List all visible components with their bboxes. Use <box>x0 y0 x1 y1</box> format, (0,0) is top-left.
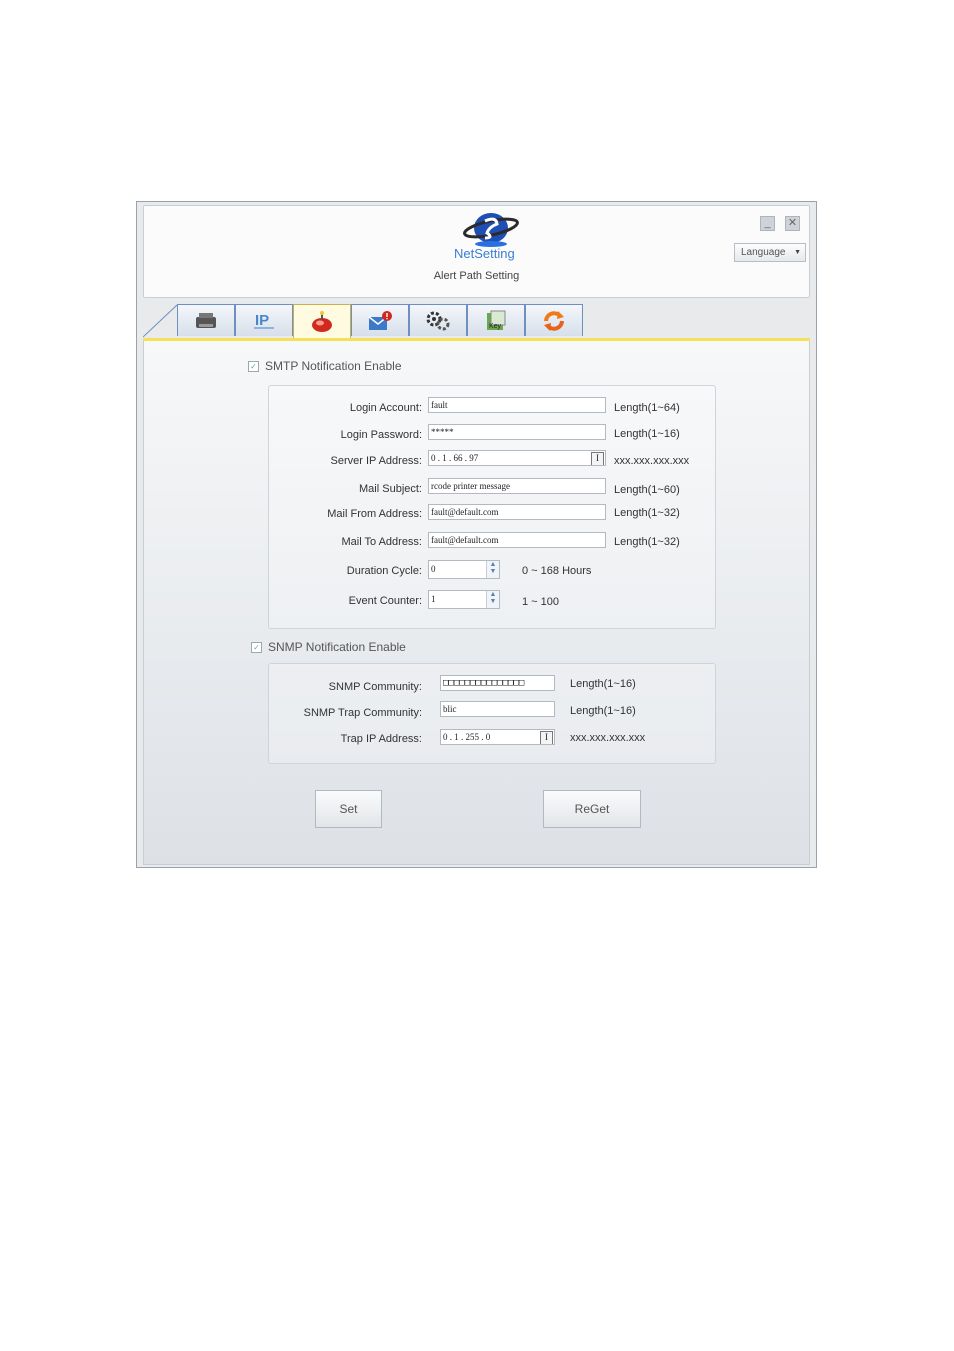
server-ip-label: Server IP Address: <box>330 455 422 467</box>
server-ip-value: 0 . 1 . 66 . 97 <box>431 453 479 463</box>
event-counter-value: 1 <box>431 594 436 604</box>
tab-alert[interactable] <box>293 304 351 338</box>
mail-from-label: Mail From Address: <box>327 508 422 520</box>
duration-cycle-stepper[interactable]: 0 ▲ ▼ <box>428 560 500 579</box>
set-button[interactable]: Set <box>315 790 382 828</box>
mail-subject-hint: Length(1~60) <box>614 484 680 496</box>
netsetting-window: NetSetting Alert Path Setting _ ✕ Langua… <box>136 201 817 868</box>
spin-buttons[interactable]: ▲ ▼ <box>486 561 499 578</box>
server-ip-input[interactable]: 0 . 1 . 66 . 97 I <box>428 450 606 466</box>
tab-ip[interactable]: IP <box>235 304 293 336</box>
refresh-icon <box>544 310 564 331</box>
snmp-trap-community-input[interactable]: blic <box>440 701 555 717</box>
tab-settings[interactable] <box>409 304 467 336</box>
header: NetSetting Alert Path Setting _ ✕ Langua… <box>143 205 810 298</box>
reget-button[interactable]: ReGet <box>543 790 641 828</box>
mail-alert-icon <box>368 310 392 330</box>
mail-from-hint: Length(1~32) <box>614 507 680 519</box>
mail-from-input[interactable]: fault@default.com <box>428 504 606 520</box>
event-counter-stepper[interactable]: 1 ▲ ▼ <box>428 590 500 609</box>
printer-icon <box>196 312 216 328</box>
ip-field-button[interactable]: I <box>591 452 604 465</box>
event-counter-label: Event Counter: <box>348 595 422 607</box>
snmp-enable-label: SNMP Notification Enable <box>268 640 406 654</box>
svg-text:IP: IP <box>255 312 269 329</box>
tab-key[interactable]: Key <box>467 304 525 336</box>
mail-to-input[interactable]: fault@default.com <box>428 532 606 548</box>
event-counter-hint: 1 ~ 100 <box>522 596 560 608</box>
duration-cycle-hint: 0 ~ 168 Hours <box>522 565 592 577</box>
login-account-label: Login Account: <box>349 402 422 414</box>
settings-gears-icon <box>426 311 450 330</box>
snmp-community-input[interactable]: □□□□□□□□□□□□□□□ <box>440 675 555 691</box>
snmp-community-label: SNMP Community: <box>328 681 422 693</box>
tab-refresh[interactable] <box>525 304 583 336</box>
duration-cycle-label: Duration Cycle: <box>346 565 422 577</box>
duration-cycle-value: 0 <box>431 564 436 574</box>
trap-ip-hint: xxx.xxx.xxx.xxx <box>570 732 646 744</box>
tab-mail[interactable] <box>351 304 409 336</box>
spin-down-icon[interactable]: ▼ <box>490 597 497 605</box>
alert-icon <box>312 310 332 332</box>
tab-printer[interactable] <box>177 304 235 336</box>
tab-bar: IP Key <box>143 304 810 338</box>
ip-field-button[interactable]: I <box>540 731 553 744</box>
snmp-enable-checkbox[interactable]: ✓ SNMP Notification Enable <box>251 640 406 654</box>
close-button[interactable]: ✕ <box>785 216 800 231</box>
login-password-label: Login Password: <box>340 429 422 441</box>
login-account-hint: Length(1~64) <box>614 402 680 414</box>
snmp-trap-community-hint: Length(1~16) <box>570 705 636 717</box>
smtp-enable-checkbox[interactable]: ✓ SMTP Notification Enable <box>248 359 402 373</box>
spin-down-icon[interactable]: ▼ <box>490 567 497 575</box>
page-title: Alert Path Setting <box>433 270 520 282</box>
checkmark-icon: ✓ <box>251 641 262 653</box>
checkmark-icon: ✓ <box>248 360 259 372</box>
language-dropdown[interactable]: Language ▼ <box>734 243 806 262</box>
trap-ip-label: Trap IP Address: <box>340 733 422 745</box>
svg-text:Key: Key <box>489 323 502 330</box>
login-password-hint: Length(1~16) <box>614 428 680 440</box>
mail-subject-label: Mail Subject: <box>359 483 422 495</box>
server-ip-hint: xxx.xxx.xxx.xxx <box>614 455 690 467</box>
trap-ip-input[interactable]: 0 . 1 . 255 . 0 I <box>440 729 555 745</box>
smtp-enable-label: SMTP Notification Enable <box>265 359 402 373</box>
key-icon: Key <box>487 310 506 330</box>
mail-to-hint: Length(1~32) <box>614 536 680 548</box>
language-label: Language <box>741 247 786 258</box>
login-password-input[interactable]: ***** <box>428 424 606 440</box>
snmp-community-hint: Length(1~16) <box>570 678 636 690</box>
minimize-button[interactable]: _ <box>760 216 775 231</box>
logo-text: NetSetting <box>454 246 515 261</box>
snmp-trap-community-label: SNMP Trap Community: <box>303 707 422 719</box>
chevron-down-icon: ▼ <box>794 249 801 256</box>
login-account-input[interactable]: fault <box>428 397 606 413</box>
ip-network-icon: IP <box>254 312 274 329</box>
spin-buttons[interactable]: ▲ ▼ <box>486 591 499 608</box>
mail-subject-input[interactable]: rcode printer message <box>428 478 606 494</box>
alert-path-panel: ✓ SMTP Notification Enable Login Account… <box>143 341 810 865</box>
trap-ip-value: 0 . 1 . 255 . 0 <box>443 732 491 742</box>
mail-to-label: Mail To Address: <box>341 536 422 548</box>
